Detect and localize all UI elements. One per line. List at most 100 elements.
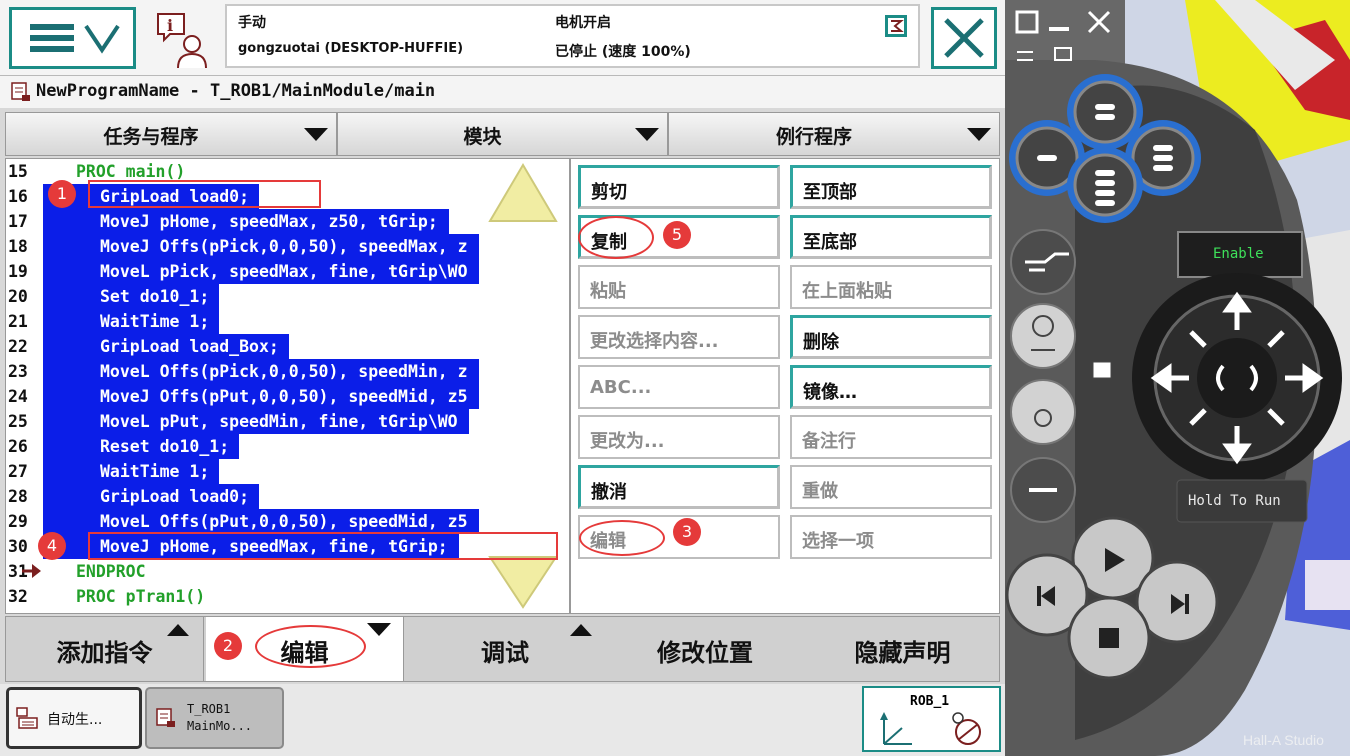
program-status-icon bbox=[885, 15, 907, 37]
operating-mode: 手动 bbox=[238, 15, 266, 31]
line-code: WaitTime 1; bbox=[100, 462, 210, 481]
debug-button[interactable]: 调试 bbox=[406, 617, 604, 681]
line-code: MoveJ Offs(pPick,0,0,50), speedMax, z bbox=[100, 237, 468, 256]
line-number: 27 bbox=[8, 462, 28, 481]
close-button[interactable] bbox=[931, 7, 997, 69]
status-panel: 手动 gongzuotai (DESKTOP-HUFFIE) 电机开启 已停止 … bbox=[225, 4, 920, 68]
annotation-box-4 bbox=[88, 532, 558, 560]
annotation-box-1 bbox=[88, 180, 321, 208]
code-line[interactable]: 26 Reset do10_1; bbox=[6, 434, 566, 459]
run-state: 已停止 (速度 100%) bbox=[555, 44, 691, 60]
menu-icon bbox=[30, 24, 120, 54]
annotation-badge-3: 3 bbox=[673, 518, 701, 546]
edit-menu-item[interactable]: 更改为... bbox=[578, 415, 780, 459]
code-line[interactable]: 19 MoveL pPick, speedMax, fine, tGrip\WO bbox=[6, 259, 566, 284]
edit-menu-item[interactable]: 镜像… bbox=[790, 365, 992, 409]
line-number: 18 bbox=[8, 237, 28, 256]
annotation-badge-5: 5 bbox=[663, 221, 691, 249]
scroll-up-arrow-icon[interactable] bbox=[488, 163, 558, 223]
edit-menu-item[interactable]: 更改选择内容... bbox=[578, 315, 780, 359]
annotation-ellipse-2 bbox=[255, 625, 366, 668]
annotation-badge-4: 4 bbox=[38, 532, 66, 560]
line-code: MoveL Offs(pPick,0,0,50), speedMin, z bbox=[100, 362, 468, 381]
line-code: GripLoad load0; bbox=[100, 487, 250, 506]
code-line[interactable]: 28 GripLoad load0; bbox=[6, 484, 566, 509]
dropdown-arrow-icon bbox=[304, 128, 328, 141]
code-line[interactable]: 17 MoveJ pHome, speedMax, z50, tGrip; bbox=[6, 209, 566, 234]
edit-menu-item[interactable]: 备注行 bbox=[790, 415, 992, 459]
hide-declarations-button[interactable]: 隐藏声明 bbox=[806, 617, 999, 681]
program-pointer-icon bbox=[22, 564, 41, 578]
edit-menu-item[interactable]: 重做 bbox=[790, 465, 992, 509]
line-number: 29 bbox=[8, 512, 28, 531]
line-number: 19 bbox=[8, 262, 28, 281]
line-number: 20 bbox=[8, 287, 28, 306]
taskbar-item-program[interactable]: T_ROB1 MainMo... bbox=[145, 687, 284, 749]
program-path: NewProgramName - T_ROB1/MainModule/main bbox=[36, 81, 436, 101]
tab-tasks-programs[interactable]: 任务与程序 bbox=[5, 112, 337, 156]
close-icon bbox=[944, 18, 984, 58]
edit-menu-item[interactable]: 选择一项 bbox=[790, 515, 992, 559]
annotation-ellipse-3 bbox=[579, 520, 665, 556]
line-code: WaitTime 1; bbox=[100, 312, 210, 331]
code-line[interactable]: 32 PROC pTran1() bbox=[6, 584, 566, 609]
edit-menu-item[interactable]: 在上面粘贴 bbox=[790, 265, 992, 309]
taskbar-item-line1: T_ROB1 bbox=[187, 702, 231, 716]
code-line[interactable]: 20 Set do10_1; bbox=[6, 284, 566, 309]
tab-modules[interactable]: 模块 bbox=[337, 112, 668, 156]
code-line[interactable]: 25 MoveL pPut, speedMin, fine, tGrip\WO bbox=[6, 409, 566, 434]
scroll-down-arrow-icon[interactable] bbox=[488, 555, 558, 610]
line-code: GripLoad load_Box; bbox=[100, 337, 279, 356]
modify-position-button[interactable]: 修改位置 bbox=[606, 617, 804, 681]
event-log-icon[interactable]: i bbox=[152, 10, 214, 70]
program-icon bbox=[156, 708, 175, 727]
add-instruction-button[interactable]: 添加指令 bbox=[6, 617, 204, 681]
line-code: MoveL pPick, speedMax, fine, tGrip\WO bbox=[100, 262, 468, 281]
dropdown-arrow-icon bbox=[635, 128, 659, 141]
code-line[interactable]: 29 MoveL Offs(pPut,0,0,50), speedMid, z5 bbox=[6, 509, 566, 534]
code-line[interactable]: 22 GripLoad load_Box; bbox=[6, 334, 566, 359]
code-line[interactable]: 23 MoveL Offs(pPick,0,0,50), speedMin, z bbox=[6, 359, 566, 384]
main-menu-button[interactable] bbox=[9, 7, 136, 69]
line-code: MoveJ pHome, speedMax, z50, tGrip; bbox=[100, 212, 438, 231]
line-code: PROC main() bbox=[76, 162, 186, 181]
edit-menu-item[interactable]: 粘贴 bbox=[578, 265, 780, 309]
tab-label: 模块 bbox=[463, 126, 502, 148]
menu-down-arrow-icon bbox=[367, 623, 391, 636]
line-code: MoveL Offs(pPut,0,0,50), speedMid, z5 bbox=[100, 512, 468, 531]
enable-indicator: Enable bbox=[1213, 246, 1264, 262]
code-line[interactable]: 24 MoveJ Offs(pPut,0,0,50), speedMid, z5 bbox=[6, 384, 566, 409]
taskbar-item-autogen[interactable]: 自动生... bbox=[6, 687, 142, 749]
edit-menu-item[interactable]: 至顶部 bbox=[790, 165, 992, 209]
line-code: MoveJ Offs(pPut,0,0,50), speedMid, z5 bbox=[100, 387, 468, 406]
flexpendant-screen: i 手动 gongzuotai (DESKTOP-HUFFIE) 电机开启 已停… bbox=[0, 0, 1005, 756]
pendant-hardware-panel: Enable Hold To Run Hall-A Studio bbox=[1005, 0, 1350, 756]
modify-position-label: 修改位置 bbox=[657, 639, 753, 667]
dropdown-arrow-icon bbox=[967, 128, 991, 141]
motor-state: 电机开启 bbox=[555, 15, 611, 31]
line-number: 22 bbox=[8, 337, 28, 356]
program-path-bar: NewProgramName - T_ROB1/MainModule/main bbox=[0, 76, 1005, 108]
device-graphic bbox=[1005, 0, 1350, 756]
edit-menu-item[interactable]: 撤消 bbox=[578, 465, 780, 509]
code-line[interactable]: 21 WaitTime 1; bbox=[6, 309, 566, 334]
edit-menu-item[interactable]: 删除 bbox=[790, 315, 992, 359]
code-line[interactable]: 18 MoveJ Offs(pPick,0,0,50), speedMax, z bbox=[6, 234, 566, 259]
edit-menu-item[interactable]: 剪切 bbox=[578, 165, 780, 209]
hold-to-run-button[interactable]: Hold To Run bbox=[1188, 493, 1281, 509]
line-number: 17 bbox=[8, 212, 28, 231]
selector-tabs: 任务与程序 模块 例行程序 bbox=[5, 112, 1000, 156]
production-window-icon bbox=[16, 707, 38, 729]
edit-menu-item[interactable]: 至底部 bbox=[790, 215, 992, 259]
tab-label: 例行程序 bbox=[775, 126, 852, 148]
edit-menu-item[interactable]: ABC... bbox=[578, 365, 780, 409]
line-number: 26 bbox=[8, 437, 28, 456]
annotation-badge-1: 1 bbox=[48, 180, 76, 208]
code-line[interactable]: 27 WaitTime 1; bbox=[6, 459, 566, 484]
add-instruction-label: 添加指令 bbox=[56, 639, 153, 667]
tab-routines[interactable]: 例行程序 bbox=[668, 112, 1000, 156]
quickset-robot-button[interactable]: ROB_1 bbox=[862, 686, 1001, 752]
line-code: PROC pTran1() bbox=[76, 587, 206, 606]
jog-coordinate-icon bbox=[880, 712, 981, 745]
code-line[interactable]: 31 ENDPROC bbox=[6, 559, 566, 584]
